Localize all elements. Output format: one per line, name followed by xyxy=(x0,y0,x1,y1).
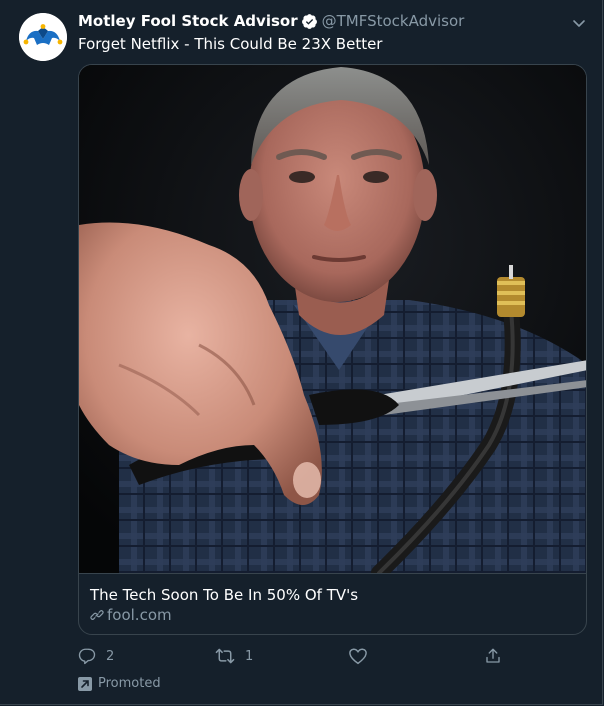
author-handle[interactable]: @TMFStockAdvisor xyxy=(322,11,465,31)
retweet-count: 1 xyxy=(245,648,254,664)
tweet-text: Forget Netflix - This Could Be 23X Bette… xyxy=(78,35,383,53)
reply-count: 2 xyxy=(106,648,115,664)
tweet-actions: 2 1 xyxy=(78,644,508,668)
reply-button[interactable]: 2 xyxy=(78,644,114,668)
promoted-icon xyxy=(78,677,92,691)
verified-badge-icon xyxy=(301,13,318,30)
share-button[interactable] xyxy=(484,644,502,668)
link-icon xyxy=(90,610,104,620)
heart-icon xyxy=(349,648,367,665)
like-button[interactable] xyxy=(348,644,368,668)
promoted-tweet[interactable]: Motley Fool Stock Advisor @TMFStockAdvis… xyxy=(0,0,603,705)
card-title[interactable]: The Tech Soon To Be In 50% Of TV's xyxy=(90,585,358,605)
retweet-button[interactable]: 1 xyxy=(215,644,253,668)
promoted-indicator[interactable]: Promoted xyxy=(78,675,161,693)
retweet-icon xyxy=(215,648,235,664)
link-card[interactable]: The Tech Soon To Be In 50% Of TV's fool.… xyxy=(78,64,587,635)
reply-icon xyxy=(78,648,96,665)
card-image[interactable] xyxy=(79,65,586,573)
card-domain[interactable]: fool.com xyxy=(90,605,172,625)
share-icon xyxy=(486,648,500,663)
author-name[interactable]: Motley Fool Stock Advisor xyxy=(78,11,298,31)
tweet-header: Motley Fool Stock Advisor @TMFStockAdvis… xyxy=(78,11,562,31)
more-options-chevron-icon[interactable] xyxy=(570,14,588,32)
card-divider xyxy=(79,573,586,574)
promoted-label: Promoted xyxy=(98,676,161,691)
card-domain-text: fool.com xyxy=(107,606,172,624)
author-avatar[interactable] xyxy=(19,13,67,61)
